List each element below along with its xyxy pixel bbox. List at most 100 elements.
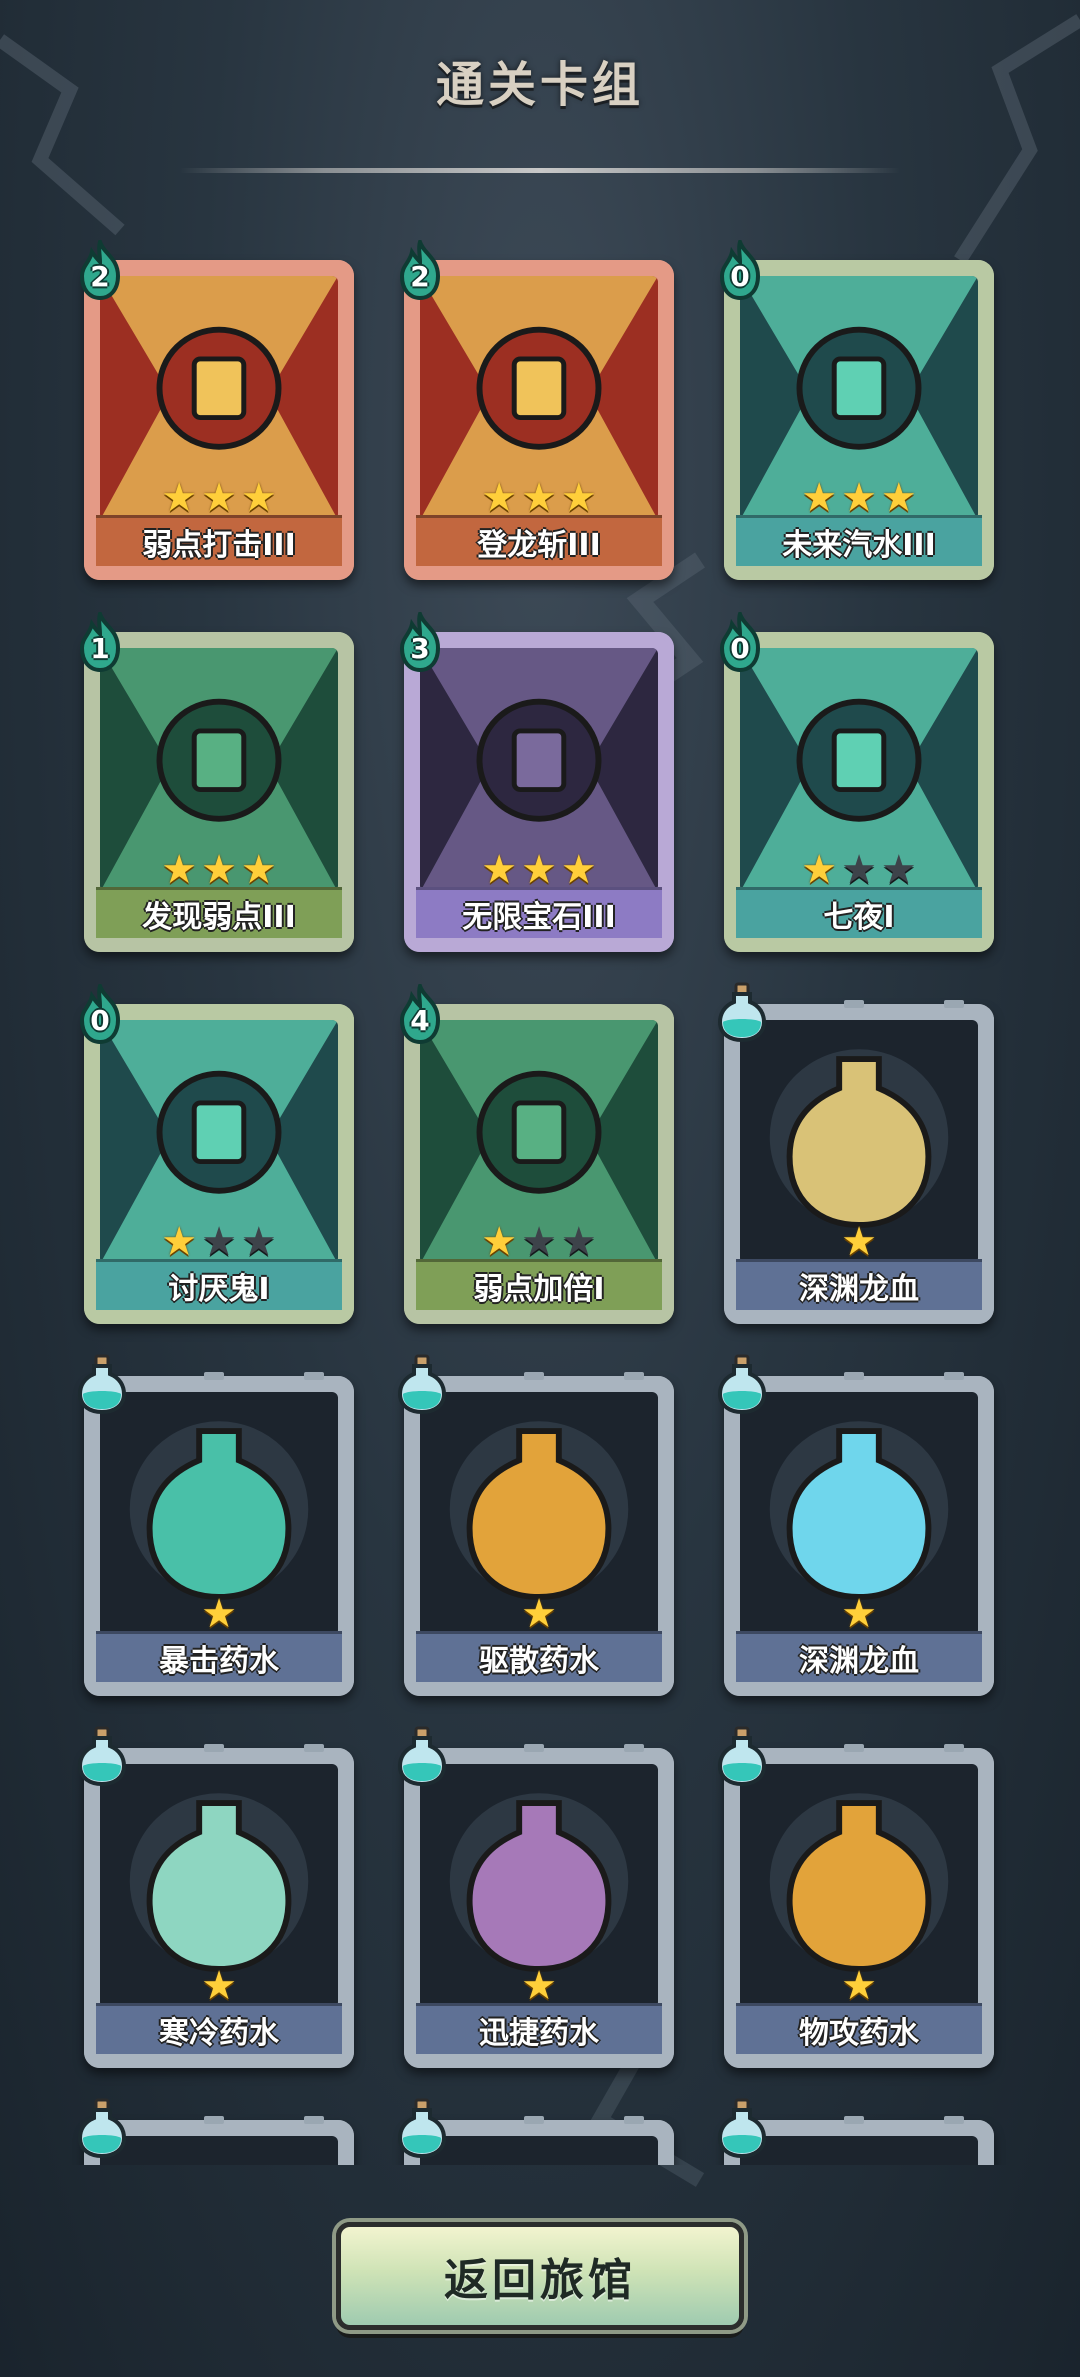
potion-card[interactable]: ★ 驱散药水: [397, 1354, 674, 1696]
star-icon: ★: [521, 475, 557, 521]
title-divider: [180, 168, 900, 173]
star-rating: ★ ★ ★: [404, 850, 674, 890]
star-icon: ★: [880, 475, 917, 521]
skill-card[interactable]: ★ ★ ★ 七夜I 0: [719, 607, 994, 952]
star-rating: ★: [724, 1222, 994, 1262]
card-name: 物攻药水: [736, 2003, 982, 2054]
potion-flask-icon: [394, 2098, 450, 2159]
potion-flask-icon: [74, 2098, 130, 2159]
potion-card[interactable]: [717, 2098, 994, 2165]
star-rating: ★ ★ ★: [84, 478, 354, 518]
card-cost: 3: [410, 632, 430, 665]
return-to-inn-button[interactable]: 返回旅馆: [336, 2222, 744, 2330]
star-icon: ★: [560, 1219, 597, 1265]
star-rating: ★ ★ ★: [404, 1222, 674, 1262]
star-icon: ★: [161, 1219, 198, 1265]
star-icon: ★: [560, 847, 597, 893]
card-name: 寒冷药水: [96, 2003, 342, 2054]
flame-cost-icon: 1: [74, 607, 126, 674]
potion-flask-icon: [74, 1354, 130, 1415]
potion-flask-icon: [394, 1354, 450, 1415]
potion-card[interactable]: [397, 2098, 674, 2165]
corner-bolt: [624, 2116, 644, 2124]
corner-bolt: [304, 2116, 324, 2124]
corner-bolt: [844, 2116, 864, 2124]
card-name: 深渊龙血: [736, 1259, 982, 1310]
star-icon: ★: [801, 475, 838, 521]
potion-flask-icon: [714, 982, 770, 1043]
star-icon: ★: [481, 475, 518, 521]
card-name: 讨厌鬼I: [96, 1259, 342, 1310]
potion-card[interactable]: ★ 深渊龙血: [717, 982, 994, 1324]
page-title: 通关卡组: [435, 57, 644, 113]
potion-card[interactable]: ★ 暴击药水: [77, 1354, 354, 1696]
corner-bolt: [624, 1372, 644, 1380]
skill-card[interactable]: ★ ★ ★ 未来汽水III 0: [719, 235, 994, 580]
card-name: 深渊龙血: [736, 1631, 982, 1682]
star-icon: ★: [841, 847, 877, 893]
skill-card[interactable]: ★ ★ ★ 讨厌鬼I 0: [79, 979, 354, 1324]
skill-card[interactable]: ★ ★ ★ 弱点打击III 2: [79, 235, 354, 580]
star-rating: ★: [724, 1966, 994, 2006]
star-icon: ★: [841, 1219, 877, 1265]
corner-bolt: [944, 1000, 964, 1008]
star-rating: ★ ★ ★: [724, 478, 994, 518]
potion-card[interactable]: ★ 深渊龙血: [717, 1354, 994, 1696]
star-rating: ★: [84, 1966, 354, 2006]
card-name: 发现弱点III: [96, 887, 342, 938]
star-rating: ★: [404, 1594, 674, 1634]
card-cost: 1: [90, 632, 110, 665]
star-icon: ★: [560, 475, 597, 521]
corner-bolt: [944, 1744, 964, 1752]
potion-card[interactable]: ★ 迅捷药水: [397, 1726, 674, 2068]
star-icon: ★: [841, 1591, 877, 1637]
corner-bolt: [524, 1372, 544, 1380]
corner-bolt: [844, 1372, 864, 1380]
star-icon: ★: [201, 1219, 237, 1265]
flame-cost-icon: 0: [714, 607, 766, 674]
skill-card[interactable]: ★ ★ ★ 发现弱点III 1: [79, 607, 354, 952]
star-icon: ★: [841, 475, 877, 521]
skill-card[interactable]: ★ ★ ★ 弱点加倍I 4: [399, 979, 674, 1324]
star-icon: ★: [201, 847, 237, 893]
star-icon: ★: [240, 847, 277, 893]
flame-cost-icon: 0: [714, 235, 766, 302]
potion-flask-icon: [714, 1726, 770, 1787]
card-name: 登龙斩III: [416, 515, 662, 566]
card-cost: 0: [730, 632, 750, 665]
corner-bolt: [944, 2116, 964, 2124]
card-cost: 2: [410, 260, 430, 293]
corner-bolt: [624, 1744, 644, 1752]
corner-bolt: [844, 1744, 864, 1752]
deck-card-grid[interactable]: ★ ★ ★ 弱点打击III 2 ★ ★ ★ 登龙斩III 2 ★ ★ ★ 未来汽水III 0…: [0, 230, 1080, 2165]
potion-flask-icon: [714, 1354, 770, 1415]
potion-flask-icon: [394, 1726, 450, 1787]
corner-bolt: [204, 1744, 224, 1752]
corner-bolt: [204, 2116, 224, 2124]
potion-card[interactable]: [77, 2098, 354, 2165]
star-icon: ★: [521, 1963, 557, 2009]
star-rating: ★ ★ ★: [724, 850, 994, 890]
star-icon: ★: [801, 847, 838, 893]
star-icon: ★: [841, 1963, 877, 2009]
star-rating: ★: [84, 1594, 354, 1634]
card-artwork: [740, 2136, 978, 2165]
flame-cost-icon: 3: [394, 607, 446, 674]
star-icon: ★: [880, 847, 917, 893]
flame-cost-icon: 2: [74, 235, 126, 302]
card-name: 七夜I: [736, 887, 982, 938]
potion-card[interactable]: ★ 物攻药水: [717, 1726, 994, 2068]
corner-bolt: [304, 1744, 324, 1752]
star-rating: ★ ★ ★: [404, 478, 674, 518]
card-artwork: [420, 2136, 658, 2165]
skill-card[interactable]: ★ ★ ★ 无限宝石III 3: [399, 607, 674, 952]
card-cost: 0: [730, 260, 750, 293]
corner-bolt: [204, 1372, 224, 1380]
star-icon: ★: [240, 1219, 277, 1265]
card-cost: 0: [90, 1004, 110, 1037]
corner-bolt: [304, 1372, 324, 1380]
potion-card[interactable]: ★ 寒冷药水: [77, 1726, 354, 2068]
potion-flask-icon: [714, 2098, 770, 2159]
skill-card[interactable]: ★ ★ ★ 登龙斩III 2: [399, 235, 674, 580]
star-icon: ★: [201, 475, 237, 521]
